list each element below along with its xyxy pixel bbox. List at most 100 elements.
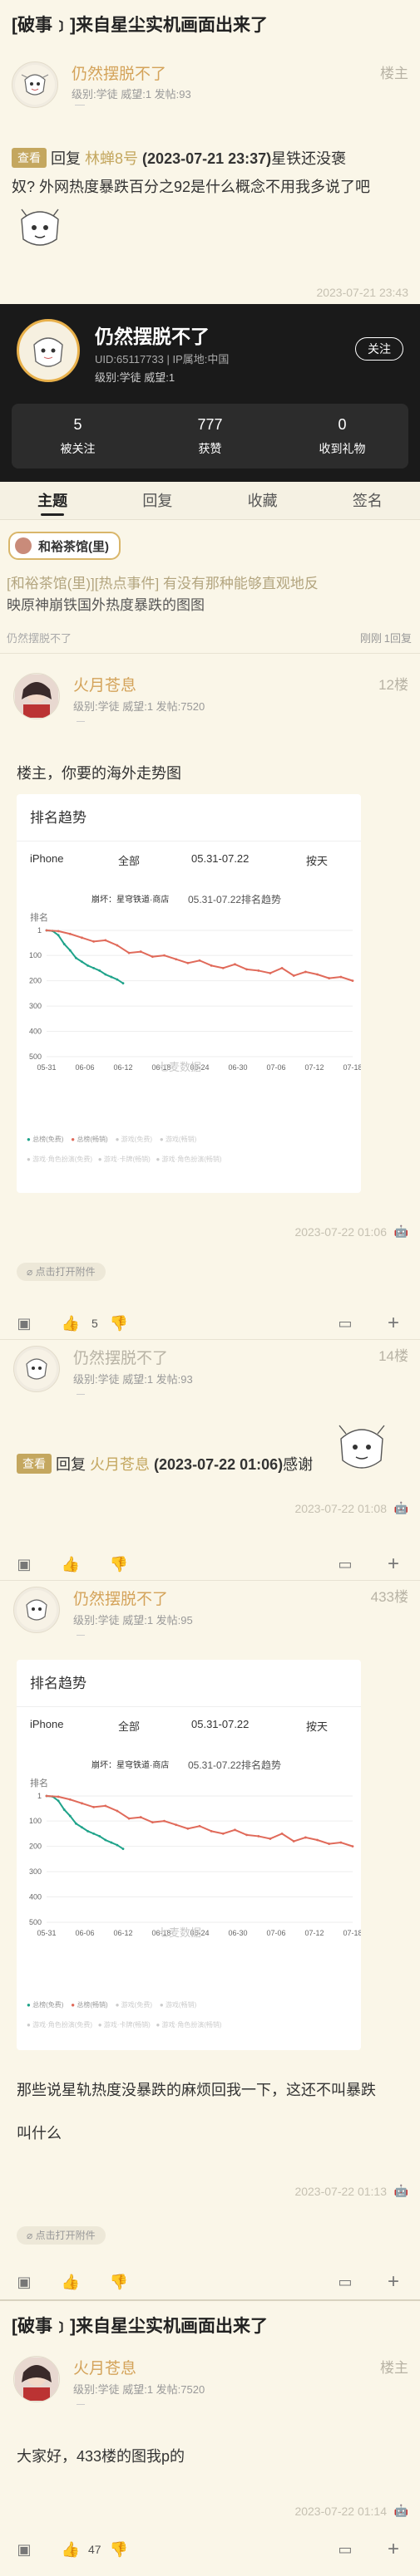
date-range-select[interactable]: 05.31-07.22 [191,852,249,865]
data-point [245,1833,249,1837]
data-point [68,932,72,935]
thumb-up-icon[interactable]: 👍 [62,2540,80,2559]
data-point [98,969,101,972]
reply-to-user[interactable]: 林蝉8号 [85,150,138,167]
data-point [328,977,331,979]
tab-favorites[interactable]: 收藏 [210,482,315,519]
y-tick-label: 200 [29,977,42,985]
y-tick-label: 400 [29,1893,42,1901]
stat-label: 收到礼物 [319,441,366,455]
post-body: 查看 回复 林蝉8号 (2023-07-21 23:37)星铁还没褒 奴? 外网热… [12,145,411,201]
data-point [74,956,77,959]
data-point [98,1835,101,1838]
thumb-down-icon[interactable]: 👎 [110,1314,128,1332]
open-attachment-button[interactable]: ⌀ 点击打开附件 [17,1263,106,1281]
forum-thread-link[interactable]: [和裕茶馆(里)][热点事件] 有没有那种能够直观地反 映原神崩铁国外热度暴跌的… [7,573,414,616]
username[interactable]: 火月苍息 [73,2356,136,2378]
post-body: 大家好，433楼的图我p的 [17,2448,185,2465]
avatar[interactable] [12,61,58,108]
quote-tag[interactable]: 查看 [17,1454,52,1474]
follow-button[interactable]: 关注 [355,337,403,361]
open-attachment-button[interactable]: ⌀ 点击打开附件 [17,2226,106,2245]
data-point [175,958,178,961]
data-point [121,1847,125,1851]
date-range-select[interactable]: 05.31-07.22 [191,1718,249,1730]
plus-icon[interactable]: + [384,2270,403,2293]
scope-select[interactable]: 全部 [118,852,140,868]
stat-followers[interactable]: 5 被关注 [12,416,144,457]
post-body: 查看 回复 火月苍息 (2023-07-22 01:06)感谢 [17,1450,313,1479]
user-meta: 级别:学徒 威望:1 发帖:95 [73,1614,193,1627]
chart-inner-title: 05.31-07.22排名趋势 [188,1759,282,1771]
rank-chart-image[interactable]: 排名趋势 iPhone 全部 05.31-07.22 按天 崩坏：星穹铁道·商店… [17,1660,361,2050]
plus-icon[interactable]: + [384,1312,403,1334]
tab-topics[interactable]: 主题 [0,482,105,519]
thumb-up-icon[interactable]: 👍 [62,1555,80,1573]
thumb-up-icon[interactable]: 👍 [62,1314,80,1332]
scope-select[interactable]: 全部 [118,1718,140,1734]
x-tick-label: 07-06 [266,1929,285,1937]
stat-value: 5 [73,415,82,433]
avatar[interactable] [13,2356,60,2402]
plus-icon[interactable]: + [384,1553,403,1575]
tab-replies[interactable]: 回复 [105,482,210,519]
forum-chip[interactable]: 和裕茶馆(里) [8,532,121,560]
comment-icon[interactable]: ▭ [336,2273,354,2291]
data-point [62,943,66,945]
platform-select[interactable]: iPhone [30,852,63,865]
tab-signature[interactable]: 签名 [315,482,420,519]
data-point [104,1804,107,1808]
data-point [57,930,60,933]
quote-tag[interactable]: 查看 [12,148,47,168]
avatar[interactable] [13,1346,60,1392]
avatar[interactable] [13,673,60,719]
post-text-1: 那些说星轨热度没暴跌的麻烦回我一下，这还不叫暴跌 [17,2082,376,2098]
data-point [304,1836,307,1839]
y-tick-label: 500 [29,1918,42,1926]
x-tick-label: 05-31 [37,1063,56,1072]
data-point [269,972,272,974]
username[interactable]: 仍然摆脱不了 [73,1346,168,1368]
data-point [163,954,166,957]
like-count: 47 [88,2543,101,2556]
profile-avatar[interactable] [17,319,80,382]
gift-icon[interactable]: ▣ [15,1555,33,1573]
divider [0,1339,420,1340]
comment-icon[interactable]: ▭ [336,2540,354,2559]
rank-chart-image[interactable]: 排名趋势 iPhone 全部 05.31-07.22 按天 崩坏：星穹铁道·商店… [17,794,361,1193]
post-body: 那些说星轨热度没暴跌的麻烦回我一下，这还不叫暴跌 叫什么 [17,2068,408,2155]
floor-number: 14楼 [378,1348,408,1364]
data-point [121,982,125,985]
android-icon: 🤖 [393,2504,408,2517]
plus-icon[interactable]: + [384,2538,403,2560]
thumb-up-icon[interactable]: 👍 [62,2273,80,2291]
username[interactable]: 火月苍息 [73,673,136,695]
chart-heading: 排名趋势 [30,810,86,826]
gift-icon[interactable]: ▣ [15,2540,33,2559]
reply-word: 回复 [56,1456,86,1473]
user-meta: 级别:学徒 威望:1 发帖:7520 [73,700,205,713]
thumb-down-icon[interactable]: 👎 [110,2540,128,2559]
user-meta: 级别:学徒 威望:1 发帖:7520 [73,2383,205,2396]
stat-likes[interactable]: 777 获赞 [144,416,276,457]
gift-icon[interactable]: ▣ [15,2273,33,2291]
data-point [127,951,131,954]
thread-line-2: 映原神崩铁国外热度暴跌的图图 [7,597,205,613]
rank-line-chart: 110020030040050005-31 06-06 06-12 06-18 06-2… [29,1792,361,1937]
forum-name: 和裕茶馆(里) [38,539,109,554]
y-tick-label: 200 [29,1842,42,1851]
data-point [116,978,119,981]
username[interactable]: 仍然摆脱不了 [73,1587,168,1609]
reply-to-user[interactable]: 火月苍息 [90,1456,150,1473]
platform-select[interactable]: iPhone [30,1718,63,1730]
avatar[interactable] [13,1587,60,1633]
granularity-select[interactable]: 按天 [306,852,328,868]
stat-gifts[interactable]: 0 收到礼物 [276,416,408,457]
thumb-down-icon[interactable]: 👎 [110,1555,128,1573]
comment-icon[interactable]: ▭ [336,1314,354,1332]
comment-icon[interactable]: ▭ [336,1555,354,1573]
gift-icon[interactable]: ▣ [15,1314,33,1332]
username[interactable]: 仍然摆脱不了 [72,61,166,84]
granularity-select[interactable]: 按天 [306,1718,328,1734]
thumb-down-icon[interactable]: 👎 [110,2273,128,2291]
